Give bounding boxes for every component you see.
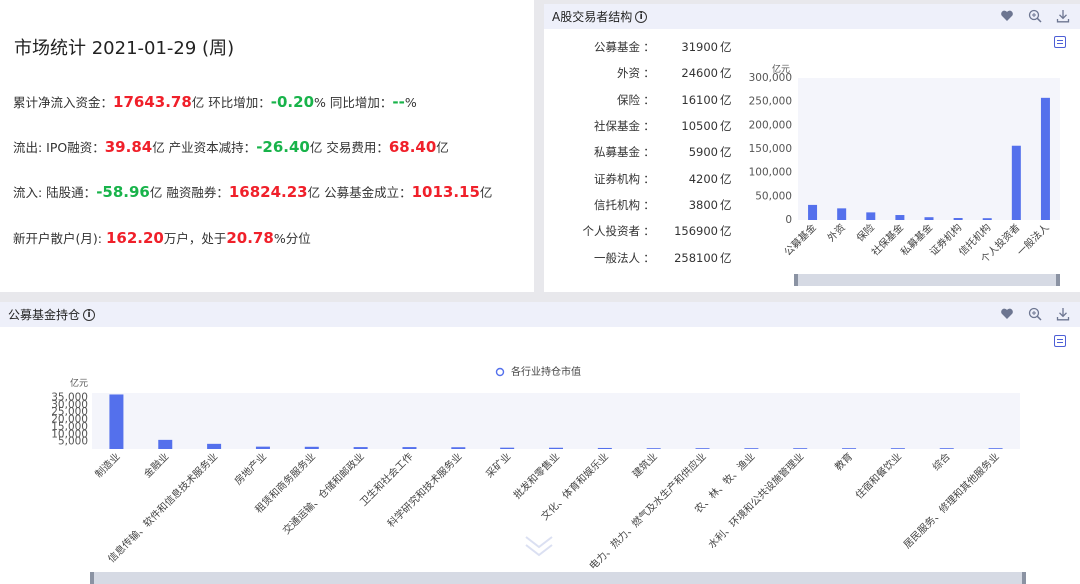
x-tick-label: 公募基金: [781, 221, 818, 258]
ipo-value: 39.84: [104, 138, 153, 156]
bar: [353, 447, 368, 449]
bar: [597, 447, 612, 449]
chart-scrollbar[interactable]: [90, 572, 1026, 584]
x-tick-label: 综合: [930, 450, 953, 473]
bar: [549, 447, 563, 449]
bar: [646, 448, 661, 449]
x-tick-label: 建筑业: [629, 450, 659, 480]
y-tick-label: 300,000: [749, 72, 792, 84]
y-tick-label: 50,000: [755, 190, 792, 202]
outflow-line: 流出: IPO融资：39.84亿 产业资本减持：-26.40亿 交易费用：68.…: [13, 138, 449, 156]
x-tick-label: 房地产业: [232, 450, 269, 487]
fee-value: 68.40: [388, 138, 437, 156]
bar: [953, 218, 963, 220]
x-tick-label: 采矿业: [483, 450, 513, 480]
legend-label: 各行业持仓市值: [511, 365, 581, 378]
y-axis-unit: 亿元: [70, 377, 88, 389]
y-tick-label: 35,000: [51, 391, 88, 403]
scroll-handle-left[interactable]: [794, 274, 798, 286]
mom-change-value: -0.20: [270, 93, 315, 111]
x-tick-label: 批发和零售业: [511, 450, 563, 502]
new-accounts-value: 162.20: [105, 229, 164, 247]
inflow-line: 流入: 陆股通：-58.96亿 融资融券：16824.23亿 公募基金成立：10…: [13, 183, 493, 201]
net-inflow-line: 累计净流入资金：17643.78亿 环比增加：-0.20% 同比增加：--%: [13, 93, 417, 111]
reduction-value: -26.40: [256, 138, 310, 156]
x-tick-label: 外资: [825, 222, 848, 245]
margin-value: 16824.23: [228, 183, 308, 201]
y-tick-label: 100,000: [749, 167, 792, 179]
scroll-handle-right[interactable]: [1022, 572, 1026, 584]
ashare-structure-panel: A股交易者结构 i 公募基金： 31900 亿外资： 24600 亿保险： 16100 亿社…: [544, 4, 1080, 292]
bar: [451, 447, 466, 449]
bar: [402, 447, 417, 449]
bar: [982, 218, 992, 220]
bar: [842, 448, 857, 449]
x-tick-label: 居民服务、修理和其他服务业: [901, 450, 1002, 551]
x-tick-label: 教育: [832, 450, 855, 473]
bar: [1011, 145, 1021, 220]
percentile-value: 20.78: [226, 229, 274, 247]
page-title: 市场统计 2021-01-29 (周): [14, 38, 235, 59]
new-fund-value: 1013.15: [411, 183, 480, 201]
bar: [939, 448, 954, 449]
bar: [695, 448, 710, 449]
x-tick-label: 金融业: [141, 450, 171, 480]
legend-marker: [495, 367, 505, 377]
market-stats-panel: 市场统计 2021-01-29 (周) 累计净流入资金：17643.78亿 环比…: [0, 0, 534, 292]
bar: [500, 447, 515, 449]
y-tick-label: 200,000: [749, 119, 792, 131]
chart-scrollbar[interactable]: [794, 274, 1060, 286]
bar: [890, 448, 905, 449]
chevron-down-icon[interactable]: [524, 534, 554, 558]
x-tick-label: 住宿和餐饮业: [852, 450, 904, 502]
fund-holdings-panel: 公募基金持仓 i 各行业持仓市值 亿元 5,000 10,000 15,000 20,00…: [0, 302, 1080, 584]
plot-area: [92, 393, 1020, 449]
bar: [304, 446, 319, 449]
x-tick-label: 保险: [854, 221, 877, 244]
bar: [988, 448, 1003, 449]
new-accounts-line: 新开户散户(月): 162.20万户，处于20.78%分位: [13, 229, 311, 247]
x-tick-label: 交通运输、仓储和邮政业: [280, 450, 367, 537]
x-tick-label: 制造业: [92, 450, 122, 480]
bar: [109, 394, 124, 449]
net-inflow-value: 17643.78: [113, 93, 192, 111]
northbound-value: -58.96: [96, 183, 150, 201]
trader-structure-chart: 亿元050,000100,000150,000200,000250,000300…: [749, 63, 1060, 265]
bar: [158, 439, 173, 449]
y-tick-label: 150,000: [749, 143, 792, 155]
x-tick-label: 水利、环境和公共设施管理业: [705, 450, 806, 551]
y-tick-label: 0: [785, 214, 792, 226]
bar: [793, 448, 808, 449]
bar: [1040, 97, 1050, 220]
bar: [866, 212, 876, 220]
bar: [744, 448, 759, 449]
bar: [255, 446, 270, 449]
bar: [924, 217, 934, 220]
y-tick-label: 250,000: [749, 96, 792, 108]
yoy-change-value: --: [392, 93, 405, 111]
bar: [207, 443, 222, 449]
bar: [808, 204, 818, 220]
scroll-handle-left[interactable]: [90, 572, 94, 584]
bar: [895, 215, 905, 220]
scroll-handle-right[interactable]: [1056, 274, 1060, 286]
x-tick-label: 一般法人: [1014, 221, 1051, 258]
bar: [837, 208, 847, 220]
